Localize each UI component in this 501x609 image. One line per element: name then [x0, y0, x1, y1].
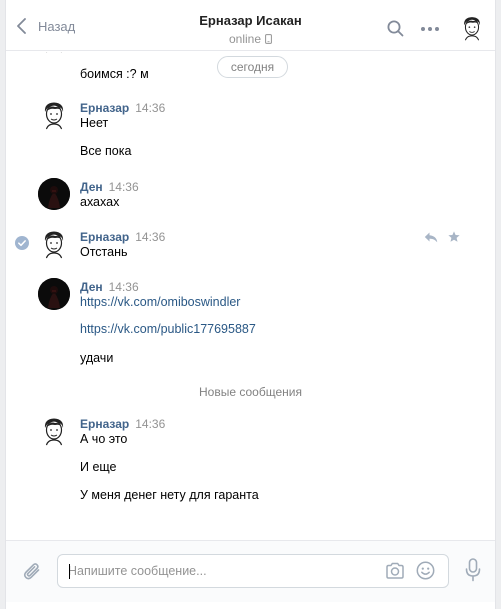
message-text: А чо это — [80, 432, 128, 446]
avatar[interactable] — [38, 178, 70, 210]
more-icon[interactable] — [420, 26, 440, 32]
message-text: удачи — [80, 351, 114, 365]
chat-header: Назад Ерназар Исакан online — [6, 0, 495, 51]
message-link[interactable]: https://vk.com/public177695887 — [80, 322, 256, 336]
message-time[interactable]: 14:36 — [109, 280, 139, 294]
paperclip-icon[interactable] — [22, 561, 42, 581]
message-text: боимся :? м — [80, 67, 149, 81]
message-meta: Ерназар 14:36 — [80, 101, 165, 115]
message-text: У меня денег нету для гаранта — [80, 488, 259, 502]
chat-window: Назад Ерназар Исакан online боимся:? м … — [5, 0, 496, 609]
message-meta: Ерназар 14:36 — [80, 417, 165, 431]
message-time[interactable]: 14:36 — [135, 101, 165, 115]
checkmark-icon[interactable] — [15, 236, 29, 250]
message-input-box[interactable] — [57, 554, 449, 588]
star-icon[interactable] — [448, 231, 460, 243]
message-history[interactable]: боимся :? м сегодня Ерназар 14:36 Неет В… — [6, 52, 495, 540]
message-composer — [6, 540, 495, 602]
emoji-icon[interactable] — [416, 561, 435, 580]
status-text: online — [228, 32, 262, 46]
avatar[interactable] — [458, 14, 486, 42]
message-text: Неет — [80, 116, 109, 130]
date-pill: сегодня — [217, 56, 288, 78]
new-messages-divider: Новые сообщения — [199, 385, 302, 399]
avatar[interactable] — [38, 278, 70, 310]
reply-icon[interactable] — [424, 232, 438, 243]
search-icon[interactable] — [387, 20, 404, 37]
microphone-icon[interactable] — [465, 558, 481, 582]
chevron-left-icon — [17, 18, 26, 34]
back-button[interactable]: Назад — [16, 18, 75, 34]
message-meta: Ден 14:36 — [80, 180, 139, 194]
message-time[interactable]: 14:36 — [135, 417, 165, 431]
message-text: ахахах — [80, 195, 120, 209]
text-caret — [69, 564, 70, 579]
message-time[interactable]: 14:36 — [135, 230, 165, 244]
author-name[interactable]: Ерназар — [80, 230, 129, 244]
phone-icon — [265, 34, 272, 44]
message-text: Все пока — [80, 144, 132, 158]
online-status: online — [229, 32, 272, 46]
camera-icon[interactable] — [385, 562, 405, 580]
message-meta: Ерназар 14:36 — [80, 230, 165, 244]
author-name[interactable]: Ден — [80, 180, 103, 194]
author-name[interactable]: Ерназар — [80, 417, 129, 431]
avatar[interactable] — [38, 52, 70, 54]
message-link[interactable]: https://vk.com/omiboswindler — [80, 295, 240, 309]
message-time[interactable]: 14:36 — [109, 180, 139, 194]
author-name[interactable]: Ерназар — [80, 101, 129, 115]
avatar[interactable] — [38, 415, 70, 447]
author-name[interactable]: Ден — [80, 280, 103, 294]
avatar[interactable] — [38, 99, 70, 131]
message-input[interactable] — [68, 555, 368, 587]
avatar[interactable] — [38, 228, 70, 260]
message-text: Отстань — [80, 245, 128, 259]
message-meta: Ден 14:36 — [80, 280, 139, 294]
back-label: Назад — [38, 18, 76, 34]
message-text: И еще — [80, 460, 117, 474]
